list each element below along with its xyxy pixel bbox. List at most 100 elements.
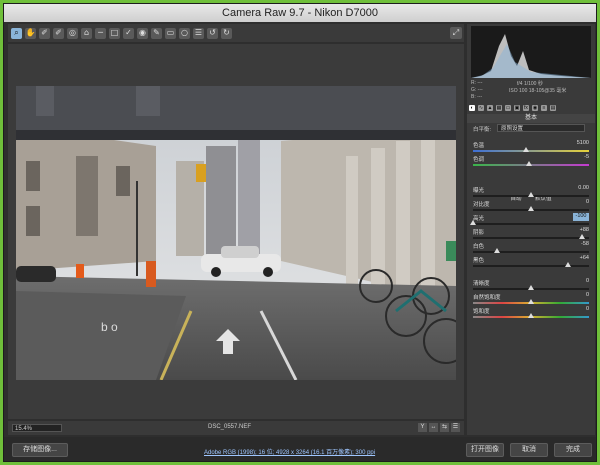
tool-bar: ⌕ ✋ ✐ ✐ ◎ ⌂ ─ □ ✓ ◉ ✎ ▭ ○ ☰ ↺ ↻ [8,24,464,42]
contrast-value-field[interactable]: 0 [573,199,589,207]
clarity-slider-thumb[interactable] [528,285,534,290]
histogram [471,26,591,78]
workflow-options-link[interactable]: Adobe RGB (1998); 16 位; 4928 x 3264 (16.… [204,447,375,456]
open-image-button[interactable]: 打开图像 [466,443,504,457]
rotate-right-tool-icon[interactable]: ↻ [221,27,232,39]
split-toning-tab-icon[interactable]: ▭ [505,105,511,111]
done-button[interactable]: 完成 [554,443,592,457]
highlights-value-field[interactable]: -100 [573,213,589,221]
clarity-slider-row: 清晰度 0 [473,278,589,293]
basic-tab-icon[interactable]: ◐ [469,105,475,111]
hsl-tab-icon[interactable]: ▦ [496,105,502,111]
shadows-slider-track[interactable] [473,237,589,239]
readout-b: B: --- [471,94,483,100]
highlights-slider-row: 高光 -100 [470,213,589,228]
snapshots-tab-icon[interactable]: ▤ [550,105,556,111]
tint-slider-row: 色调 -5 [473,154,589,169]
tint-slider-thumb[interactable] [525,161,532,166]
cancel-button[interactable]: 取消 [510,443,548,457]
radial-filter-tool-icon[interactable]: ○ [179,27,190,39]
section-title: 基本 [467,114,595,123]
saturation-value-field[interactable]: 0 [573,306,589,314]
adjustment-panel: R: --- G: --- B: --- f/4 1/100 秒 ISO 100… [467,24,595,435]
exposure-label: 曝光 [473,188,485,194]
highlights-slider-track[interactable] [473,223,589,225]
detail-tab-icon[interactable]: ▲ [487,105,493,111]
spot-removal-tool-icon[interactable]: ✓ [123,27,134,39]
preview-settings-icon[interactable]: ☰ [451,423,460,432]
saturation-slider-thumb[interactable] [528,313,534,318]
highlights-slider-thumb[interactable] [470,220,476,225]
rotate-left-tool-icon[interactable]: ↺ [207,27,218,39]
vibrance-value-field[interactable]: 0 [573,292,589,300]
contrast-slider-thumb[interactable] [528,206,534,211]
whites-slider-track[interactable] [473,251,589,253]
white-balance-tool-icon[interactable]: ✐ [39,27,50,39]
white-balance-select[interactable]: 原照设置 [497,124,585,132]
window-title: Camera Raw 9.7 - Nikon D7000 [4,4,596,22]
adjustment-brush-tool-icon[interactable]: ✎ [151,27,162,39]
targeted-adjust-tool-icon[interactable]: ◎ [67,27,78,39]
contrast-slider-row: 对比度 0 [473,199,589,214]
photo-preview[interactable]: b o [16,86,456,380]
contrast-label: 对比度 [473,202,490,208]
panel-tabs: ◐ ∿ ▲ ▦ ▭ ▣ fx ◉ ≡ ▤ [469,103,593,113]
presets-tab-icon[interactable]: ≡ [541,105,547,111]
whites-label: 白色 [473,244,485,250]
preferences-tool-icon[interactable]: ☰ [193,27,204,39]
image-canvas[interactable]: b o [8,44,464,419]
saturation-slider-row: 饱和度 0 [473,306,589,321]
exposure-value-field[interactable]: 0.00 [573,185,589,193]
exposure-slider-thumb[interactable] [528,192,534,197]
file-name: DSC_0557.NEF [208,424,252,430]
tint-value-field[interactable]: -5 [573,154,589,162]
tone-curve-tab-icon[interactable]: ∿ [478,105,484,111]
temperature-value-field[interactable]: 5100 [573,140,589,148]
whites-slider-row: 白色 -58 [473,241,589,256]
wb-label: 白平衡: [473,127,492,133]
graduated-filter-tool-icon[interactable]: ▭ [165,27,176,39]
view-toggle-icon[interactable]: Y [418,423,427,432]
temperature-slider-thumb[interactable] [523,147,530,152]
copy-settings-icon[interactable]: ⇆ [440,423,449,432]
swap-icon[interactable]: ↔ [429,423,438,432]
shadows-slider-row: 阴影 +88 [473,227,589,242]
readout-g: G: --- [471,87,483,93]
zoom-level-select[interactable]: 15.4% [12,424,62,432]
temperature-slider-track[interactable] [473,150,589,152]
crop-tool-icon[interactable]: ⌂ [81,27,92,39]
fullscreen-icon[interactable]: ⤢ [450,27,462,39]
exposure-slider-row: 曝光 0.00 [473,185,589,200]
footer-bar: 存储图像... Adobe RGB (1998); 16 位; 4928 x 3… [4,437,596,461]
zoom-tool-icon[interactable]: ⌕ [11,27,22,39]
hand-tool-icon[interactable]: ✋ [25,27,36,39]
transform-tool-icon[interactable]: □ [109,27,120,39]
blacks-slider-track[interactable] [473,265,589,267]
lens-tab-icon[interactable]: ▣ [514,105,520,111]
red-eye-tool-icon[interactable]: ◉ [137,27,148,39]
clarity-label: 清晰度 [473,281,490,287]
calibration-tab-icon[interactable]: ◉ [532,105,538,111]
camera-raw-window: Camera Raw 9.7 - Nikon D7000 ⌕ ✋ ✐ ✐ ◎ ⌂ ─ □ ✓ ◉ ✎… [3,3,597,462]
color-sampler-tool-icon[interactable]: ✐ [53,27,64,39]
blacks-label: 黑色 [473,258,485,264]
clarity-value-field[interactable]: 0 [573,278,589,286]
shadows-slider-thumb[interactable] [579,234,585,239]
effects-tab-icon[interactable]: fx [523,105,529,111]
readout-lens: ISO 100 18-105@35 毫米 [509,88,567,94]
whites-value-field[interactable]: -58 [573,241,589,249]
temperature-label: 色温 [473,143,485,149]
vibrance-slider-thumb[interactable] [528,299,534,304]
straighten-tool-icon[interactable]: ─ [95,27,106,39]
saturation-label: 饱和度 [473,309,490,315]
shadows-label: 阴影 [473,230,485,236]
blacks-slider-row: 黑色 +64 [473,255,589,270]
blacks-value-field[interactable]: +64 [573,255,589,263]
save-image-button[interactable]: 存储图像... [12,443,68,457]
temperature-slider-row: 色温 5100 [473,140,589,155]
whites-slider-thumb[interactable] [494,248,501,253]
tint-label: 色调 [473,157,485,163]
view-buttons: Y ↔ ⇆ ☰ [418,423,460,432]
blacks-slider-thumb[interactable] [565,262,572,267]
status-bar: 15.4% DSC_0557.NEF Y ↔ ⇆ ☰ [8,421,464,435]
